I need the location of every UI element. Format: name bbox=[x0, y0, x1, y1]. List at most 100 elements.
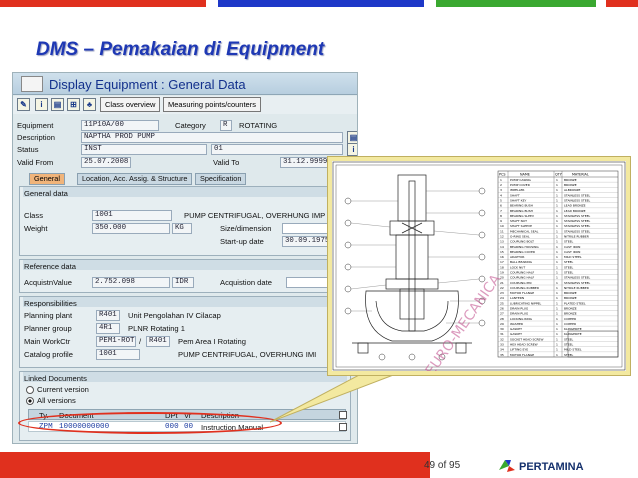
reference-data-title: Reference data bbox=[24, 262, 76, 271]
workctr-separator: / bbox=[139, 337, 142, 346]
tab-location[interactable]: Location, Acc. Assig. & Structure bbox=[77, 173, 193, 185]
startup-date-field[interactable]: 30.09.1975 bbox=[282, 236, 330, 247]
parts-row-material: STEEL bbox=[564, 260, 574, 264]
parts-row-material: COPPER bbox=[564, 317, 576, 321]
document-icon[interactable]: ▤ bbox=[51, 98, 64, 111]
planning-plant-field[interactable]: R401 bbox=[96, 310, 120, 321]
status-label: Status bbox=[17, 145, 39, 154]
planner-group-field[interactable]: 4R1 bbox=[96, 323, 120, 334]
user-status-field[interactable]: 01 bbox=[211, 144, 343, 155]
size-dimension-label: Size/dimension bbox=[220, 224, 272, 233]
all-versions-radio[interactable] bbox=[26, 397, 34, 405]
parts-row-material: BRONZE bbox=[564, 178, 577, 182]
parts-row-qty: 1 bbox=[556, 322, 558, 326]
current-version-label: Current version bbox=[37, 385, 89, 394]
tab-general[interactable]: General bbox=[29, 173, 65, 185]
edit-icon[interactable]: ✎ bbox=[17, 98, 30, 111]
parts-row-qty: 1 bbox=[556, 337, 558, 341]
top-bar-red-end bbox=[606, 0, 638, 7]
parts-row-no: 10 bbox=[500, 224, 504, 228]
parts-row-material: BRONZE bbox=[564, 312, 577, 316]
class-field[interactable]: 1001 bbox=[92, 210, 172, 221]
parts-row-material: BRONZE bbox=[564, 183, 577, 187]
acquisition-value-label: AcquistnValue bbox=[24, 278, 72, 287]
parts-row-material: NITRILE RUBBER bbox=[564, 235, 589, 239]
equipment-label: Equipment bbox=[17, 121, 54, 130]
tab-specification[interactable]: Specification bbox=[195, 173, 247, 185]
parts-row-name: MECHANICAL SEAL bbox=[510, 229, 539, 233]
parts-row-name: WASHER bbox=[510, 322, 523, 326]
parts-row-name: SOCKET HEAD SCREW bbox=[510, 337, 543, 341]
parts-row-no: 5 bbox=[500, 199, 502, 203]
parts-row-qty: 1 bbox=[556, 307, 558, 311]
hierarchy-icon[interactable]: ♣ bbox=[83, 98, 96, 111]
status-info-icon[interactable]: i bbox=[347, 143, 357, 156]
window-title: Display Equipment : General Data bbox=[49, 77, 246, 92]
parts-row-no: 35 bbox=[500, 353, 504, 357]
parts-row-qty: 1 bbox=[556, 209, 558, 213]
weight-unit-field[interactable]: KG bbox=[172, 223, 192, 234]
main-workctr-field[interactable]: PEM1-ROT bbox=[96, 336, 136, 347]
category-field[interactable]: R bbox=[220, 120, 232, 131]
info-icon[interactable]: i bbox=[35, 98, 48, 111]
planning-plant-text: Unit Pengolahan IV Cilacap bbox=[128, 311, 221, 320]
general-data-panel: General data Class 1001 PUMP CENTRIFUGAL… bbox=[19, 186, 351, 256]
catalog-profile-field[interactable]: 1001 bbox=[96, 349, 140, 360]
parts-row-name: GASKET bbox=[510, 332, 522, 336]
workctr-plant-field[interactable]: R401 bbox=[146, 336, 170, 347]
parts-row-material: STAINLESS STEEL bbox=[564, 193, 591, 197]
parts-row-material: MILD STEEL bbox=[564, 255, 582, 259]
equipment-field[interactable]: 11P10A/00 bbox=[81, 120, 159, 131]
parts-row-qty: 1 bbox=[556, 260, 558, 264]
parts-row-qty: 1 bbox=[556, 276, 558, 280]
parts-row-name: DRAIN PLUG bbox=[510, 312, 529, 316]
valid-to-label: Valid To bbox=[213, 158, 240, 167]
parts-row-no: 24 bbox=[500, 296, 504, 300]
currency-field[interactable]: IDR bbox=[172, 277, 194, 288]
parts-row-material: STEEL bbox=[564, 337, 574, 341]
parts-row-name: BALL BEARING bbox=[510, 260, 533, 264]
parts-row-material: BRONZE bbox=[564, 307, 577, 311]
parts-row-qty: 1 bbox=[556, 250, 558, 254]
status-field[interactable]: INST bbox=[81, 144, 207, 155]
parts-row-material: STAINLESS STEEL bbox=[564, 281, 591, 285]
parts-row-no: 1 bbox=[500, 178, 502, 182]
all-versions-label: All versions bbox=[37, 396, 76, 405]
structure-icon[interactable]: ⊞ bbox=[67, 98, 80, 111]
acquisition-value-field[interactable]: 2.752.098 bbox=[92, 277, 170, 288]
measuring-points-button[interactable]: Measuring points/counters bbox=[163, 97, 261, 112]
parts-row-material: COPPER bbox=[564, 322, 576, 326]
parts-row-no: 31 bbox=[500, 332, 504, 336]
class-overview-button[interactable]: Class overview bbox=[100, 97, 161, 112]
parts-row-qty: 1 bbox=[556, 327, 558, 331]
parts-row-no: 14 bbox=[500, 245, 504, 249]
weight-field[interactable]: 350.000 bbox=[92, 223, 170, 234]
parts-row-no: 7 bbox=[500, 209, 502, 213]
parts-row-no: 15 bbox=[500, 250, 504, 254]
parts-row-qty: 1 bbox=[556, 224, 558, 228]
parts-row-no: 16 bbox=[500, 255, 504, 259]
description-field[interactable]: NAPTHA PROD PUMP bbox=[81, 132, 343, 143]
parts-row-no: 34 bbox=[500, 348, 504, 352]
parts-row-no: 23 bbox=[500, 291, 504, 295]
parts-row-qty: 1 bbox=[556, 245, 558, 249]
valid-from-field[interactable]: 25.07.2008 bbox=[81, 157, 131, 168]
parts-row-no: 25 bbox=[500, 301, 504, 305]
parts-row-name: BEARING BUSH bbox=[510, 204, 533, 208]
sap-logo-icon bbox=[21, 76, 43, 92]
parts-row-no: 12 bbox=[500, 235, 504, 239]
parts-row-qty: 1 bbox=[556, 199, 558, 203]
parts-row-no: 4 bbox=[500, 193, 502, 197]
parts-row-qty: 1 bbox=[556, 353, 558, 357]
current-version-radio[interactable] bbox=[26, 386, 34, 394]
parts-row-material: STEEL bbox=[564, 240, 574, 244]
parts-row-material: STEEL bbox=[564, 265, 574, 269]
weight-label: Weight bbox=[24, 224, 48, 233]
parts-row-no: 11 bbox=[500, 229, 504, 233]
parts-row-name: BEARING BUSH bbox=[510, 209, 533, 213]
page-number: 49 of 95 bbox=[424, 460, 461, 471]
parts-row-no: 13 bbox=[500, 240, 504, 244]
parts-row-no: 17 bbox=[500, 260, 504, 264]
parts-row-material: STAINLESS STEEL bbox=[564, 229, 591, 233]
valid-from-label: Valid From bbox=[17, 158, 54, 167]
